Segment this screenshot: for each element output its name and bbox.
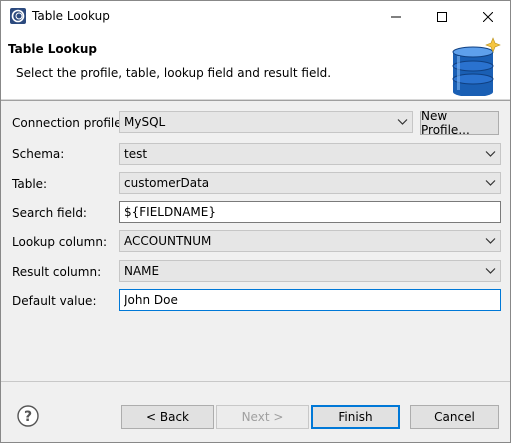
database-icon [452,37,501,96]
lookup-column-label: Lookup column: [12,235,107,249]
eclipse-app-icon [10,8,26,24]
table-value: customerData [124,176,210,190]
schema-label: Schema: [12,147,65,161]
close-button[interactable] [465,1,511,32]
connection-profile-label: Connection profile: [12,116,126,130]
header-separator [1,100,510,101]
minimize-icon [391,16,401,17]
header-banner: Table Lookup Select the profile, table, … [1,32,510,100]
title-bar: Table Lookup [1,1,510,32]
schema-select[interactable]: test [119,143,501,165]
maximize-icon [437,11,447,22]
help-icon[interactable]: ? [17,405,39,427]
cancel-button[interactable]: Cancel [410,405,499,429]
chevron-down-icon [485,151,496,157]
result-column-value: NAME [124,264,160,278]
result-column-select[interactable]: NAME [119,260,501,282]
svg-text:?: ? [24,409,32,425]
schema-value: test [124,147,148,161]
connection-profile-select[interactable]: MySQL [119,111,413,133]
table-select[interactable]: customerData [119,172,501,194]
connection-profile-value: MySQL [124,115,166,129]
minimize-button[interactable] [373,1,419,32]
search-field-textbox[interactable] [120,202,500,222]
finish-button[interactable]: Finish [311,405,400,429]
new-profile-button[interactable]: New Profile... [420,109,499,137]
chevron-down-icon [397,119,408,125]
chevron-down-icon [485,238,496,244]
page-description: Select the profile, table, lookup field … [16,66,332,80]
result-column-label: Result column: [12,265,102,279]
close-icon [483,11,493,22]
chevron-down-icon [485,180,496,186]
default-value-input[interactable] [119,289,501,311]
dialog-window: Table Lookup Table Lookup Select the pro… [0,0,511,443]
maximize-button[interactable] [419,1,465,32]
chevron-down-icon [485,268,496,274]
default-value-label: Default value: [12,294,97,308]
search-field-label: Search field: [12,206,87,220]
footer-separator [1,381,510,382]
table-label: Table: [12,177,48,191]
back-button[interactable]: < Back [121,405,214,429]
default-value-textbox[interactable] [120,290,500,310]
next-button[interactable]: Next > [216,405,309,429]
page-title: Table Lookup [8,42,98,56]
lookup-column-select[interactable]: ACCOUNTNUM [119,230,501,252]
lookup-column-value: ACCOUNTNUM [124,234,212,248]
window-title: Table Lookup [32,9,110,23]
search-field-input[interactable] [119,201,501,223]
